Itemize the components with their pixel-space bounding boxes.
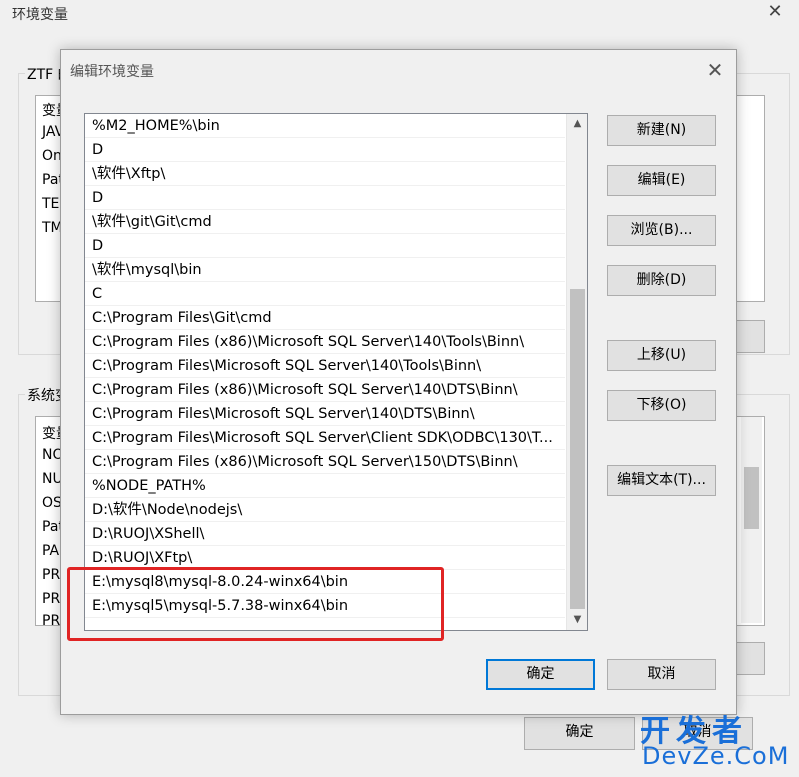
system-list-scrollbar[interactable] <box>741 417 762 623</box>
list-item[interactable]: C:\Program Files (x86)\Microsoft SQL Ser… <box>85 378 565 402</box>
user-delete-button[interactable] <box>735 320 765 353</box>
move-down-button[interactable]: 下移(O) <box>607 390 716 421</box>
list-item[interactable]: D:\软件\Node\nodejs\ <box>85 498 565 522</box>
ok-button[interactable]: 确定 <box>486 659 595 690</box>
delete-button[interactable]: 删除(D) <box>607 265 716 296</box>
scroll-thumb[interactable] <box>744 467 759 529</box>
list-item[interactable]: PR <box>42 591 60 607</box>
list-item[interactable]: PR <box>42 567 60 583</box>
edit-button[interactable]: 编辑(E) <box>607 165 716 196</box>
move-up-button[interactable]: 上移(U) <box>607 340 716 371</box>
list-item[interactable]: %M2_HOME%\bin <box>85 114 565 138</box>
list-item[interactable]: D:\RUOJ\XShell\ <box>85 522 565 546</box>
close-icon[interactable]: ✕ <box>701 56 729 84</box>
list-item[interactable]: %NODE_PATH% <box>85 474 565 498</box>
list-item[interactable]: OS <box>42 495 62 511</box>
list-item[interactable]: C:\Program Files (x86)\Microsoft SQL Ser… <box>85 450 565 474</box>
system-delete-button[interactable] <box>735 642 765 675</box>
dialog-title: 编辑环境变量 <box>70 64 154 80</box>
list-item[interactable]: \软件\Xftp\ <box>85 162 565 186</box>
list-item[interactable]: C <box>85 282 565 306</box>
watermark: 开发者 DevZe.CoM <box>640 702 799 777</box>
path-list[interactable]: %M2_HOME%\bin D \软件\Xftp\ D \软件\git\Git\… <box>84 113 588 631</box>
list-item[interactable]: \软件\git\Git\cmd <box>85 210 565 234</box>
edit-text-button[interactable]: 编辑文本(T)... <box>607 465 716 496</box>
list-item[interactable]: PR <box>42 613 60 629</box>
list-item[interactable]: D <box>85 234 565 258</box>
cancel-button[interactable]: 取消 <box>607 659 716 690</box>
list-item[interactable]: D <box>85 138 565 162</box>
window-title: 环境变量 <box>12 7 68 23</box>
list-item[interactable]: C:\Program Files\Microsoft SQL Server\Cl… <box>85 426 565 450</box>
close-icon[interactable]: ✕ <box>764 0 786 22</box>
scroll-thumb[interactable] <box>570 289 585 609</box>
list-item[interactable]: C:\Program Files (x86)\Microsoft SQL Ser… <box>85 330 565 354</box>
list-item[interactable]: C:\Program Files\Git\cmd <box>85 306 565 330</box>
watermark-text: DevZe.CoM <box>642 742 790 770</box>
list-item[interactable]: C:\Program Files\Microsoft SQL Server\14… <box>85 402 565 426</box>
list-item[interactable]: D <box>85 186 565 210</box>
browse-button[interactable]: 浏览(B)... <box>607 215 716 246</box>
list-item[interactable]: C:\Program Files\Microsoft SQL Server\14… <box>85 354 565 378</box>
path-list-scrollbar[interactable]: ▲ ▼ <box>566 114 587 630</box>
bg-ok-button[interactable]: 确定 <box>524 717 635 750</box>
highlight-annotation <box>67 567 444 641</box>
new-button[interactable]: 新建(N) <box>607 115 716 146</box>
scroll-down-icon[interactable]: ▼ <box>567 610 587 630</box>
list-item[interactable]: PA <box>42 543 59 559</box>
scroll-up-icon[interactable]: ▲ <box>567 114 587 134</box>
list-item[interactable]: \软件\mysql\bin <box>85 258 565 282</box>
